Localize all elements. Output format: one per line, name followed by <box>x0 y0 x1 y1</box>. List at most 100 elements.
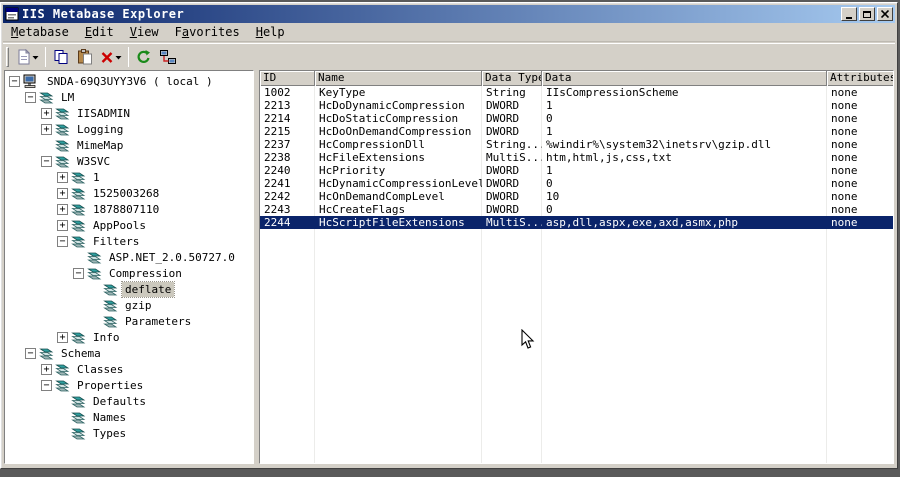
table-row[interactable]: 2240 HcPriority DWORD 1 none <box>260 164 893 177</box>
cell-data: 1 <box>546 164 553 177</box>
node-icon <box>55 379 70 392</box>
tree-item[interactable]: + Info <box>5 329 253 345</box>
toolbar <box>3 43 895 70</box>
tree-item-label: gzip <box>125 298 152 312</box>
tree-item[interactable]: Parameters <box>5 313 253 329</box>
tree-item[interactable]: + IISADMIN <box>5 105 253 121</box>
cell-id: 2244 <box>264 216 291 229</box>
tree-item[interactable]: Names <box>5 409 253 425</box>
tree-item[interactable]: + AppPools <box>5 217 253 233</box>
expand-icon[interactable]: + <box>57 203 68 215</box>
minimize-icon <box>846 16 852 19</box>
cell-id: 2242 <box>264 190 291 203</box>
cell-attr: none <box>831 164 858 177</box>
collapse-icon[interactable]: − <box>57 235 68 247</box>
menu-metabase[interactable]: Metabase <box>3 24 77 41</box>
close-button[interactable] <box>877 7 893 21</box>
expand-icon[interactable]: + <box>57 331 68 343</box>
node-icon <box>39 347 54 360</box>
tree-item[interactable]: Types <box>5 425 253 441</box>
expand-icon[interactable]: + <box>41 363 52 375</box>
tree-item[interactable]: − W3SVC <box>5 153 253 169</box>
table-row[interactable]: 2215 HcDoOnDemandCompression DWORD 1 none <box>260 125 893 138</box>
tree-item-label: W3SVC <box>77 154 111 168</box>
maximize-button[interactable] <box>859 7 875 21</box>
tree-item[interactable]: +1878807110 <box>5 201 253 217</box>
delete-icon <box>101 52 113 63</box>
tree-item-label: LM <box>61 90 75 104</box>
cell-type: MultiS... <box>486 151 542 164</box>
tree-item[interactable]: +1 <box>5 169 253 185</box>
tree-item-label: Logging <box>77 122 124 136</box>
tree-item[interactable]: − Schema <box>5 345 253 361</box>
cell-name: HcDoDynamicCompression <box>319 99 465 112</box>
tree-item[interactable]: − LM <box>5 89 253 105</box>
tree-item[interactable]: − Filters <box>5 233 253 249</box>
column-header-id[interactable]: ID <box>260 71 315 86</box>
table-row[interactable]: 1002 KeyType String IIsCompressionScheme non… <box>260 86 893 99</box>
tree-item[interactable]: + Logging <box>5 121 253 137</box>
collapse-icon[interactable]: − <box>25 347 36 359</box>
node-icon <box>71 235 86 248</box>
tree-item[interactable]: deflate <box>5 280 253 298</box>
tree-item[interactable]: MimeMap <box>5 137 253 153</box>
cell-data: IIsCompressionScheme <box>546 86 679 99</box>
collapse-icon[interactable]: − <box>41 155 52 167</box>
column-header-data[interactable]: Data <box>542 71 827 86</box>
collapse-icon[interactable]: − <box>25 91 36 103</box>
menu-edit[interactable]: Edit <box>77 24 122 41</box>
expand-icon[interactable]: + <box>57 187 68 199</box>
tree-item[interactable]: + Classes <box>5 361 253 377</box>
table-row[interactable]: 2238 HcFileExtensions MultiS... htm,html,js… <box>260 151 893 164</box>
title-bar[interactable]: IIS Metabase Explorer <box>3 5 895 23</box>
expand-icon[interactable]: + <box>41 107 52 119</box>
copy-button[interactable] <box>49 46 73 68</box>
expand-icon[interactable]: + <box>57 171 68 183</box>
node-icon <box>71 203 86 216</box>
menu-favorites[interactable]: Favorites <box>167 24 248 41</box>
table-row[interactable]: 2237 HcCompressionDll String... %windir%\sy… <box>260 138 893 151</box>
cell-data: 0 <box>546 177 553 190</box>
toolbar-grip[interactable] <box>6 47 9 67</box>
tree-item[interactable]: − Properties <box>5 377 253 393</box>
delete-button[interactable] <box>97 46 125 68</box>
collapse-icon[interactable]: − <box>73 267 84 279</box>
column-header-name[interactable]: Name <box>315 71 482 86</box>
expand-icon[interactable]: + <box>41 123 52 135</box>
cell-attr: none <box>831 99 858 112</box>
tree-item[interactable]: gzip <box>5 297 253 313</box>
minimize-button[interactable] <box>841 7 857 21</box>
table-row[interactable]: 2241 HcDynamicCompressionLevel DWORD 0 none <box>260 177 893 190</box>
table-row[interactable]: 2242 HcOnDemandCompLevel DWORD 10 none <box>260 190 893 203</box>
tree-item[interactable]: − Compression <box>5 265 253 281</box>
tree-item-label: AppPools <box>93 218 146 232</box>
tree-item[interactable]: Defaults <box>5 393 253 409</box>
refresh-icon <box>137 50 150 63</box>
paste-button[interactable] <box>73 46 97 68</box>
refresh-button[interactable] <box>132 46 156 68</box>
collapse-icon[interactable]: − <box>41 379 52 391</box>
node-icon <box>55 155 70 168</box>
column-header-attributes[interactable]: Attributes <box>827 71 893 86</box>
tree-item-label: MimeMap <box>77 138 124 152</box>
table-row[interactable]: 2243 HcCreateFlags DWORD 0 none <box>260 203 893 216</box>
toolbar-separator <box>128 47 129 67</box>
menu-view[interactable]: View <box>122 24 167 41</box>
cell-name: HcDoOnDemandCompression <box>319 125 472 138</box>
cell-id: 2238 <box>264 151 291 164</box>
table-row[interactable]: 2214 HcDoStaticCompression DWORD 0 none <box>260 112 893 125</box>
expand-icon[interactable]: + <box>57 219 68 231</box>
table-row[interactable]: 2244 HcScriptFileExtensions MultiS... asp,d… <box>260 216 893 229</box>
menu-help[interactable]: Help <box>248 24 293 41</box>
column-header-data-type[interactable]: Data Type <box>482 71 542 86</box>
node-icon <box>103 315 118 328</box>
tree-item[interactable]: − SNDA-69Q3UYY3V6 ( local ) <box>5 73 253 89</box>
tree-item[interactable]: +1525003268 <box>5 185 253 201</box>
tree-item-label: IISADMIN <box>77 106 130 120</box>
table-row[interactable]: 2213 HcDoDynamicCompression DWORD 1 none <box>260 99 893 112</box>
tree-item[interactable]: ASP.NET_2.0.50727.0 <box>5 249 253 265</box>
new-key-button[interactable] <box>13 46 42 68</box>
collapse-icon[interactable]: − <box>9 75 20 87</box>
node-icon <box>103 299 118 312</box>
connect-button[interactable] <box>156 46 180 68</box>
